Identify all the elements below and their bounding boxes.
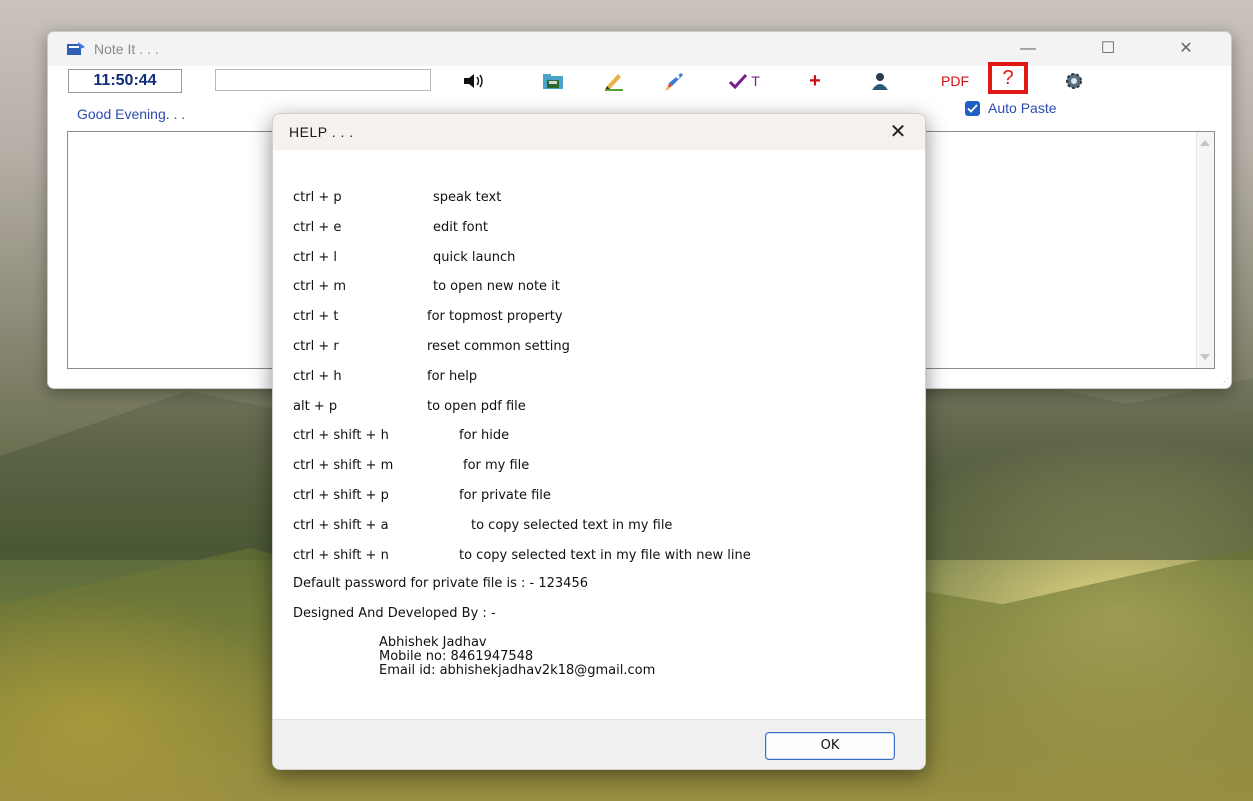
shortcut-keys: ctrl + shift + p [293, 488, 389, 503]
scroll-up-icon[interactable] [1200, 140, 1210, 146]
shortcut-description: to copy selected text in my file [471, 517, 673, 533]
shortcut-keys: ctrl + l [293, 249, 337, 265]
help-dialog-title: HELP . . . [289, 124, 354, 140]
shortcut-keys: ctrl + t [293, 309, 339, 325]
window-title: Note It . . . [94, 41, 159, 57]
developer-name: Abhishek Jadhav [379, 635, 487, 650]
pencil-icon[interactable] [601, 69, 627, 93]
shortcut-keys: ctrl + shift + h [293, 428, 389, 444]
title-bar[interactable]: Note It . . . — ☐ ✕ [48, 32, 1231, 66]
shortcut-keys: ctrl + m [293, 279, 347, 295]
developer-info: Abhishek Jadhav Mobile no: 8461947548 Em… [379, 636, 655, 678]
note-title-input[interactable] [215, 69, 431, 91]
shortcut-description: to open new note it [433, 279, 560, 295]
shortcut-description: for my file [463, 458, 530, 474]
shortcut-description: for help [427, 368, 478, 384]
developer-mobile: Mobile no: 8461947548 [379, 649, 534, 664]
pdf-button[interactable]: PDF [935, 69, 975, 93]
auto-paste-label: Auto Paste [988, 100, 1057, 116]
speaker-icon[interactable] [460, 69, 488, 93]
add-note-button[interactable]: + [805, 69, 825, 93]
shortcut-description: speak text [433, 190, 502, 205]
help-footer: OK [273, 719, 925, 769]
resize-grip-icon[interactable]: ⋰ [1221, 377, 1229, 386]
rocket-icon[interactable] [661, 69, 687, 93]
topmost-button[interactable]: T [720, 69, 768, 93]
designed-by-label: Designed And Developed By : - [293, 606, 496, 621]
help-dialog: HELP . . . ✕ ctrl + p speak text ctrl + e e… [272, 113, 926, 770]
shortcut-keys: ctrl + p [293, 190, 342, 205]
close-button[interactable]: ✕ [1166, 36, 1206, 62]
auto-paste-toggle[interactable]: Auto Paste [965, 100, 1057, 116]
help-button[interactable]: ? [988, 62, 1028, 94]
shortcut-keys: ctrl + e [293, 219, 342, 235]
shortcut-description: quick launch [433, 249, 516, 265]
topmost-label: T [751, 73, 760, 89]
shortcut-keys: ctrl + shift + n [293, 547, 389, 563]
scroll-down-icon[interactable] [1200, 354, 1210, 360]
shortcut-keys: ctrl + r [293, 339, 339, 354]
shortcut-keys: ctrl + shift + m [293, 458, 394, 474]
shortcut-description: to open pdf file [427, 398, 526, 414]
help-close-button[interactable]: ✕ [883, 118, 913, 146]
shortcut-description: reset common setting [427, 339, 570, 354]
gear-icon[interactable] [1060, 69, 1088, 93]
auto-paste-checkbox[interactable] [965, 100, 980, 116]
help-title-bar[interactable]: HELP . . . ✕ [273, 114, 925, 150]
clock-display: 11:50:44 [68, 69, 182, 93]
shortcut-description: for hide [459, 428, 510, 444]
default-password-line: Default password for private file is : -… [293, 576, 588, 591]
minimize-button[interactable]: — [1008, 36, 1048, 62]
user-icon[interactable] [868, 69, 892, 93]
shortcut-description: edit font [433, 219, 488, 235]
ok-button[interactable]: OK [765, 732, 895, 760]
shortcut-description: for topmost property [427, 309, 563, 325]
vertical-scrollbar[interactable] [1196, 132, 1214, 368]
shortcut-keys: alt + p [293, 398, 338, 414]
shortcut-description: for private file [459, 488, 551, 503]
maximize-button[interactable]: ☐ [1088, 36, 1128, 62]
save-folder-icon[interactable] [540, 69, 566, 93]
shortcut-keys: ctrl + h [293, 368, 342, 384]
greeting-label: Good Evening. . . [77, 106, 186, 122]
app-icon [66, 41, 86, 57]
shortcut-description: to copy selected text in my file with ne… [459, 547, 751, 563]
shortcut-keys: ctrl + shift + a [293, 517, 389, 533]
developer-email: Email id: abhishekjadhav2k18@gmail.com [379, 663, 656, 678]
